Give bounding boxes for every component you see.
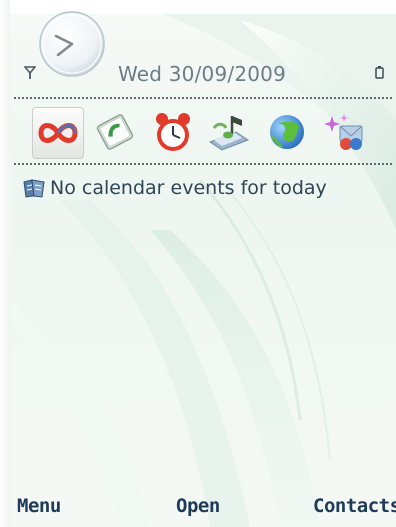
signal-strength-icon	[24, 66, 36, 79]
shortcut-active-notes[interactable]	[32, 107, 84, 159]
date-label: Wed 30/09/2009	[118, 62, 287, 86]
shortcut-divider	[14, 163, 392, 165]
shortcut-log[interactable]	[90, 107, 140, 157]
web-icon	[270, 115, 304, 149]
music-player-icon	[208, 116, 250, 151]
menu-softkey[interactable]: Menu	[17, 495, 61, 517]
shortcut-messaging[interactable]	[320, 107, 370, 157]
alarm-clock-icon	[156, 113, 190, 151]
calendar-events-text: No calendar events for today	[50, 177, 327, 199]
header-divider	[14, 97, 392, 99]
standby-screen: Wed 30/09/2009 No calendar events for to…	[0, 0, 396, 527]
log-icon	[96, 114, 134, 150]
calendar-icon	[23, 179, 45, 198]
calendar-events-row[interactable]: No calendar events for today	[22, 175, 327, 201]
screen-left-border	[0, 0, 10, 527]
battery-icon	[375, 66, 384, 79]
shortcut-bar	[32, 103, 372, 161]
active-notes-icon	[38, 123, 78, 143]
shortcut-music-player[interactable]	[204, 107, 254, 157]
analog-clock-icon[interactable]	[38, 10, 106, 78]
messaging-icon	[324, 114, 363, 150]
open-softkey[interactable]: Open	[176, 495, 220, 517]
shortcut-web[interactable]	[262, 107, 312, 157]
contacts-softkey[interactable]: Contacts	[313, 495, 396, 517]
shortcut-alarm-clock[interactable]	[148, 107, 198, 157]
